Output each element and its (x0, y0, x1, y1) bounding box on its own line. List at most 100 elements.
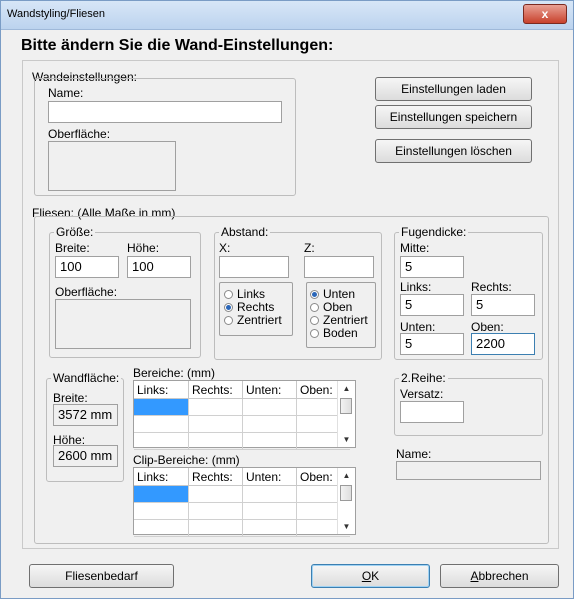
clip-ranges-header-row: Links: Rechts: Unten: Oben: (134, 468, 350, 486)
second-row-label: 2.Reihe: (399, 371, 448, 385)
scroll-down-icon[interactable]: ▼ (338, 432, 355, 447)
wall-name-input[interactable] (48, 101, 282, 123)
grid-cell[interactable] (242, 398, 297, 416)
radio-top[interactable]: Oben (310, 300, 352, 314)
grid-cell[interactable] (242, 519, 297, 537)
grid-cell[interactable] (188, 398, 243, 416)
scroll-thumb[interactable] (340, 398, 352, 414)
ok-mnemonic: O (361, 569, 372, 583)
clip-ranges-grid[interactable]: Links: Rechts: Unten: Oben: ▲ ▼ (133, 467, 356, 537)
radio-right-dot (224, 303, 233, 312)
radio-left[interactable]: Links (224, 287, 265, 301)
cancel-label-rest: bbrechen (478, 569, 529, 583)
table-row[interactable] (134, 398, 350, 416)
spacing-x-input[interactable] (219, 256, 289, 278)
wall-height-value: 2600 mm (53, 445, 118, 467)
tile-name-field (396, 461, 541, 480)
radio-top-dot (310, 303, 319, 312)
ranges-label: Bereiche: (mm) (133, 366, 216, 380)
joint-center-label: Mitte: (400, 241, 430, 255)
grid-cell[interactable] (188, 415, 243, 433)
scroll-up-icon[interactable]: ▲ (338, 381, 355, 396)
radio-floor-dot (310, 329, 319, 338)
radio-center-h-dot (224, 316, 233, 325)
joint-bottom-input[interactable]: 5 (400, 333, 464, 355)
grid-cell[interactable] (134, 432, 189, 450)
close-button[interactable]: x (523, 4, 567, 24)
joint-left-label: Links: (400, 280, 432, 294)
radio-center-v[interactable]: Zentriert (310, 313, 368, 327)
grid-cell[interactable] (134, 398, 189, 416)
main-panel: Wandeinstellungen: Name: Oberfläche: Ein… (22, 60, 559, 549)
joint-left-input[interactable]: 5 (400, 294, 464, 316)
radio-center-h[interactable]: Zentriert (224, 313, 282, 327)
table-row[interactable] (134, 415, 350, 433)
radio-bottom-dot (310, 290, 319, 299)
grid-cell[interactable] (242, 502, 297, 520)
table-row[interactable] (134, 432, 350, 450)
tile-surface-preview[interactable] (55, 299, 191, 349)
ranges-col-left[interactable]: Links: (134, 381, 189, 399)
wall-surface-preview[interactable] (48, 141, 176, 191)
vertical-align-group: Unten Oben Zentriert Boden (306, 282, 376, 348)
spacing-group-label: Abstand: (219, 225, 271, 239)
grid-cell[interactable] (242, 415, 297, 433)
grid-cell[interactable] (134, 485, 189, 503)
radio-center-v-label: Zentriert (323, 313, 368, 327)
delete-settings-button[interactable]: Einstellungen löschen (375, 139, 532, 163)
grid-cell[interactable] (188, 432, 243, 450)
table-row[interactable] (134, 519, 350, 537)
radio-right[interactable]: Rechts (224, 300, 274, 314)
clip-col-left[interactable]: Links: (134, 468, 189, 486)
tile-width-input[interactable]: 100 (55, 256, 119, 278)
joint-center-input[interactable]: 5 (400, 256, 464, 278)
radio-floor[interactable]: Boden (310, 326, 358, 340)
grid-cell[interactable] (134, 415, 189, 433)
table-row[interactable] (134, 485, 350, 503)
ok-button[interactable]: OK (311, 564, 430, 588)
tile-height-input[interactable]: 100 (127, 256, 191, 278)
scroll-up-icon[interactable]: ▲ (338, 468, 355, 483)
grid-cell[interactable] (188, 502, 243, 520)
radio-top-label: Oben (323, 300, 353, 314)
scroll-down-icon[interactable]: ▼ (338, 519, 355, 534)
clip-col-right[interactable]: Rechts: (188, 468, 243, 486)
grid-cell[interactable] (242, 432, 297, 450)
joint-right-label: Rechts: (471, 280, 512, 294)
grid-cell[interactable] (134, 502, 189, 520)
window-title: Wandstyling/Fliesen (7, 8, 106, 20)
joint-right-input[interactable]: 5 (471, 294, 535, 316)
clip-ranges-scrollbar[interactable]: ▲ ▼ (337, 468, 355, 534)
ranges-col-bottom[interactable]: Unten: (242, 381, 297, 399)
offset-input[interactable] (400, 401, 464, 423)
wall-width-label: Breite: (53, 391, 88, 405)
ranges-col-right[interactable]: Rechts: (188, 381, 243, 399)
grid-cell[interactable] (188, 485, 243, 503)
grid-cell[interactable] (134, 519, 189, 537)
wall-width-value: 3572 mm (53, 404, 118, 426)
tile-requirement-button[interactable]: Fliesenbedarf (29, 564, 174, 588)
ranges-scrollbar[interactable]: ▲ ▼ (337, 381, 355, 447)
radio-left-dot (224, 290, 233, 299)
radio-left-label: Links (237, 287, 266, 301)
table-row[interactable] (134, 502, 350, 520)
cancel-button[interactable]: Abbrechen (440, 564, 559, 588)
load-settings-button[interactable]: Einstellungen laden (375, 77, 532, 101)
spacing-z-label: Z: (304, 241, 315, 255)
joint-top-input[interactable]: 2200 (471, 333, 535, 355)
spacing-z-input[interactable] (304, 256, 374, 278)
radio-center-v-dot (310, 316, 319, 325)
radio-floor-label: Boden (323, 326, 358, 340)
clip-ranges-label: Clip-Bereiche: (mm) (133, 453, 240, 467)
horizontal-align-group: Links Rechts Zentriert (219, 282, 293, 336)
save-settings-button[interactable]: Einstellungen speichern (375, 105, 532, 129)
wall-surface-label: Oberfläche: (48, 127, 111, 141)
grid-cell[interactable] (188, 519, 243, 537)
title-bar[interactable]: Wandstyling/Fliesen x (1, 1, 573, 30)
clip-col-bottom[interactable]: Unten: (242, 468, 297, 486)
close-icon: x (541, 7, 549, 21)
scroll-thumb[interactable] (340, 485, 352, 501)
grid-cell[interactable] (242, 485, 297, 503)
ranges-grid[interactable]: Links: Rechts: Unten: Oben: ▲ ▼ (133, 380, 356, 450)
radio-bottom[interactable]: Unten (310, 287, 355, 301)
